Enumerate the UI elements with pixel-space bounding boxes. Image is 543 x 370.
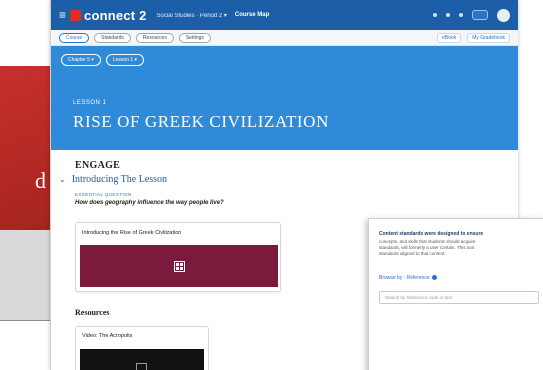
lesson-intro-card[interactable]: Introducing the Rise of Greek Civilizati… (75, 222, 281, 292)
tab-resources[interactable]: Resources (135, 32, 174, 43)
resource-title: Video: The Acropolis (82, 333, 133, 339)
browse-by-selector[interactable]: Browse by : Reference (379, 275, 537, 281)
top-right-controls (433, 8, 510, 22)
section-heading: ENGAGE (75, 160, 121, 171)
media-icon (173, 260, 185, 272)
chevron-down-icon: ⌄ (59, 175, 66, 184)
hamburger-icon[interactable]: ≡ (59, 8, 66, 22)
essential-question-text: How does geography influence the way peo… (75, 200, 224, 206)
bell-icon[interactable] (459, 13, 463, 17)
standards-panel-line: standards aligned to that content. (379, 251, 446, 256)
course-map-link[interactable]: Course Map (235, 12, 269, 18)
course-selector[interactable]: Social Studies · Period 2 ▾ (157, 12, 227, 19)
calendar-icon[interactable] (446, 13, 450, 17)
background-frame-line (0, 320, 56, 321)
background-red-card: d (0, 66, 52, 230)
user-avatar[interactable] (497, 8, 510, 22)
tab-settings[interactable]: Settings (178, 32, 211, 43)
play-icon[interactable] (136, 363, 147, 370)
search-icon[interactable] (433, 13, 437, 17)
gradebook-button[interactable]: My Gradebook (467, 32, 510, 43)
chapter-dropdown[interactable]: Chapter 5 ▾ (61, 54, 101, 66)
card-media[interactable] (80, 245, 278, 287)
sub-navigation: Course Standards Resources Settings eBoo… (51, 30, 518, 46)
app-logo-text: connect 2 (84, 7, 147, 23)
background-left: d (0, 0, 56, 370)
standards-search-input[interactable]: Search by Reference code or text (379, 291, 539, 304)
essential-question-label: ESSENTIAL QUESTION (75, 192, 132, 197)
standards-panel-heading: Content standards were designed to ensur… (379, 231, 484, 237)
resources-heading: Resources (75, 308, 110, 317)
hero-selectors: Chapter 5 ▾ Lesson 1 ▾ (61, 54, 508, 66)
tab-course[interactable]: Course (59, 32, 90, 43)
lesson-title: RISE OF GREEK CIVILIZATION (73, 112, 329, 131)
sub-navigation-right: eBook My Gradebook (437, 32, 510, 43)
top-bar: ≡ connect 2 Social Studies · Period 2 ▾ … (51, 0, 518, 30)
logo-icon (70, 9, 82, 21)
subsection-toggle[interactable]: ⌄ Introducing The Lesson (59, 174, 167, 185)
background-grey-card (0, 230, 52, 320)
lesson-dropdown[interactable]: Lesson 1 ▾ (105, 54, 145, 66)
resource-card[interactable]: Video: The Acropolis (75, 326, 209, 370)
lesson-number: LESSON 1 (73, 100, 107, 106)
messages-icon[interactable] (472, 10, 488, 20)
background-red-card-letter: d (35, 168, 46, 193)
video-thumbnail[interactable] (80, 349, 204, 370)
subsection-title: Introducing The Lesson (71, 174, 168, 185)
info-icon[interactable] (431, 275, 437, 281)
standards-panel: Content standards were designed to ensur… (368, 218, 543, 370)
ebook-button[interactable]: eBook (437, 32, 462, 43)
browse-label: Browse by : Reference (379, 275, 430, 281)
lesson-hero: Chapter 5 ▾ Lesson 1 ▾ LESSON 1 RISE OF … (51, 46, 518, 150)
card-title: Introducing the Rise of Greek Civilizati… (82, 230, 182, 236)
tab-standards[interactable]: Standards (94, 32, 131, 43)
